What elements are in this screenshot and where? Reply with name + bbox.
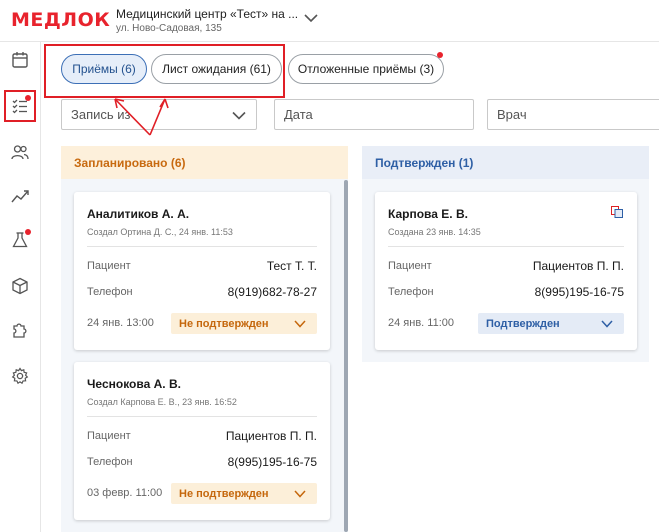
phone-label: Телефон <box>87 286 133 298</box>
clinic-name: Медицинский центр «Тест» на ... <box>116 7 299 21</box>
doctor-select[interactable]: Врач <box>487 99 659 130</box>
patient-name: Пациентов П. П. <box>225 429 317 443</box>
main-content: Приёмы (6) Лист ожидания (61) Отложенные… <box>42 42 659 532</box>
notification-badge <box>25 95 31 101</box>
gear-icon <box>11 367 29 385</box>
card-created-info: Создал Карпова Е. В., 23 янв. 16:52 <box>87 397 237 407</box>
notification-badge <box>25 229 31 235</box>
column-scrollbar[interactable] <box>344 180 348 532</box>
card-doctor-name: Чеснокова А. В. <box>87 377 181 391</box>
chevron-down-icon <box>294 320 306 328</box>
card-divider <box>87 416 317 417</box>
patient-label: Пациент <box>87 260 131 272</box>
status-label: Не подтвержден <box>179 487 269 500</box>
tab-postponed[interactable]: Отложенные приёмы (3) <box>288 52 444 84</box>
date-input-placeholder: Дата <box>284 107 313 122</box>
patient-name: Тест Т. Т. <box>266 259 317 273</box>
tab-label: Приёмы (6) <box>72 62 136 76</box>
appointment-time: 03 февр. 11:00 <box>87 487 163 499</box>
patient-name: Пациентов П. П. <box>532 259 624 273</box>
column-planned-title: Запланировано (6) <box>61 146 348 179</box>
appointment-card[interactable]: Карпова Е. В. Создана 23 янв. 14:35 Паци… <box>375 192 637 350</box>
card-doctor-name: Карпова Е. В. <box>388 207 468 221</box>
chart-icon <box>11 190 29 203</box>
phone-label: Телефон <box>87 456 133 468</box>
appointment-card[interactable]: Аналитиков А. А. Создал Ортина Д. С., 24… <box>74 192 330 350</box>
phone-number: 8(919)682-78-27 <box>227 285 317 299</box>
column-planned: Запланировано (6) Аналитиков А. А. Созда… <box>61 146 348 532</box>
card-divider <box>87 246 317 247</box>
sidebar-item-appointments[interactable] <box>4 90 36 122</box>
logo: МЕДЛОК <box>11 9 111 31</box>
status-label: Подтвержден <box>486 317 560 330</box>
date-input[interactable]: Дата <box>274 99 474 130</box>
status-label: Не подтвержден <box>179 317 269 330</box>
card-created-info: Создал Ортина Д. С., 24 янв. 11:53 <box>87 227 233 237</box>
card-doctor-name: Аналитиков А. А. <box>87 207 190 221</box>
tab-label: Лист ожидания (61) <box>162 62 271 76</box>
source-select[interactable]: Запись из <box>61 99 257 130</box>
phone-number: 8(995)195-16-75 <box>534 285 624 299</box>
appointment-time: 24 янв. 13:00 <box>87 317 154 329</box>
box-icon <box>12 277 28 295</box>
tab-appointments[interactable]: Приёмы (6) <box>61 54 147 84</box>
puzzle-icon <box>13 323 27 338</box>
clinic-address: ул. Ново-Садовая, 135 <box>116 23 222 34</box>
sidebar-item-analytics[interactable] <box>6 182 34 210</box>
sidebar <box>0 42 41 532</box>
notification-badge <box>437 52 443 58</box>
sidebar-item-lab[interactable] <box>6 226 34 254</box>
chevron-down-icon <box>294 490 306 498</box>
clinic-selector[interactable]: Медицинский центр «Тест» на ... ул. Ново… <box>116 6 306 36</box>
card-divider <box>388 246 624 247</box>
appointment-time: 24 янв. 11:00 <box>388 317 454 329</box>
tab-label: Отложенные приёмы (3) <box>297 62 435 76</box>
patient-label: Пациент <box>388 260 432 272</box>
chevron-down-icon <box>601 320 613 328</box>
status-dropdown[interactable]: Не подтвержден <box>171 313 317 334</box>
document-icon <box>611 206 623 218</box>
card-created-info: Создана 23 янв. 14:35 <box>388 227 481 237</box>
sidebar-item-warehouse[interactable] <box>6 272 34 300</box>
chevron-down-icon[interactable] <box>304 13 318 23</box>
calendar-icon <box>12 52 28 68</box>
chevron-down-icon <box>232 111 246 120</box>
app-window: МЕДЛОК Медицинский центр «Тест» на ... у… <box>0 0 659 532</box>
status-dropdown[interactable]: Подтвержден <box>478 313 624 334</box>
sidebar-item-calendar[interactable] <box>6 46 34 74</box>
patient-label: Пациент <box>87 430 131 442</box>
top-header: МЕДЛОК Медицинский центр «Тест» на ... у… <box>0 0 659 42</box>
sidebar-item-settings[interactable] <box>6 362 34 390</box>
phone-number: 8(995)195-16-75 <box>227 455 317 469</box>
appointment-card[interactable]: Чеснокова А. В. Создал Карпова Е. В., 23… <box>74 362 330 520</box>
users-icon <box>11 145 29 160</box>
status-dropdown[interactable]: Не подтвержден <box>171 483 317 504</box>
doctor-select-placeholder: Врач <box>497 107 527 122</box>
tab-waiting-list[interactable]: Лист ожидания (61) <box>151 54 282 84</box>
column-confirmed-title: Подтвержден (1) <box>362 146 649 179</box>
sidebar-item-patients[interactable] <box>6 138 34 166</box>
sidebar-item-integrations[interactable] <box>6 316 34 344</box>
phone-label: Телефон <box>388 286 434 298</box>
source-select-value: Запись из <box>71 107 131 122</box>
column-confirmed: Подтвержден (1) Карпова Е. В. Создана 23… <box>362 146 649 362</box>
